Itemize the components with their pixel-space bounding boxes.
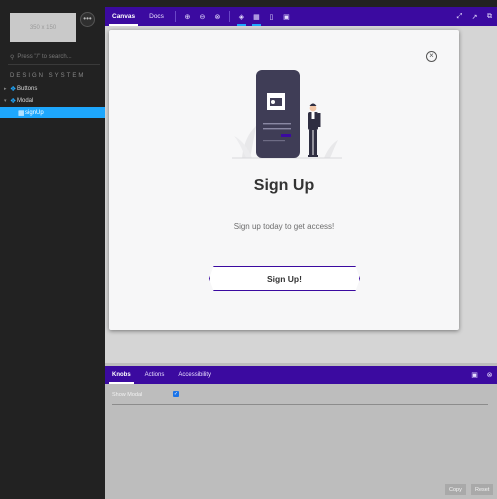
addons-right: ▣ ⊗ [467,366,497,385]
addons-panel: Show Modal ✓ Copy Reset [105,384,497,499]
show-modal-checkbox[interactable]: ✓ [173,391,179,397]
outline-icon[interactable]: ▣ [279,7,294,26]
preview-iframe: × Sign Up Sign up today to get access! S… [105,26,497,363]
modal-subtitle: Sign up today to get access! [233,222,335,231]
main-panel: Canvas Docs ⊕ ⊖ ⊗ ◈ ▦ ▯ ▣ ⤢ ↗ ⧉ × Sign U… [105,7,497,499]
canvas-area: × Sign Up Sign up today to get access! S… [105,26,497,363]
search-icon: ⚲ [10,54,15,61]
toolbar-right: ⤢ ↗ ⧉ [452,7,497,26]
signup-modal: × Sign Up Sign up today to get access! S… [109,30,459,330]
component-icon: ❖ [10,85,17,93]
addons-tabbar: Knobs Actions Accessibility ▣ ⊗ [105,366,497,384]
toolbar-divider [228,11,230,22]
knob-label-show-modal: Show Modal [112,392,143,398]
close-icon[interactable]: × [426,51,437,62]
sidebar-menu-button[interactable]: ••• [80,12,95,27]
signup-illustration [232,70,342,159]
panel-orientation-icon[interactable]: ▣ [467,366,482,385]
knob-divider [112,404,488,405]
toolbar: Canvas Docs ⊕ ⊖ ⊗ ◈ ▦ ▯ ▣ ⤢ ↗ ⧉ [105,7,497,26]
search-placeholder: Press "/" to search... [17,54,72,60]
sidebar-item-modal[interactable]: ▾ ❖ Modal [0,95,105,106]
storybook-app: 350 x 150 ••• ⚲ Press "/" to search... D… [0,0,497,499]
component-icon: ❖ [10,97,17,105]
section-title: DESIGN SYSTEM [10,73,86,79]
tab-docs[interactable]: Docs [142,7,171,26]
zoom-reset-icon[interactable]: ⊗ [210,7,225,26]
zoom-out-icon[interactable]: ⊖ [195,7,210,26]
sidebar-item-label: signUp [25,109,44,116]
sidebar-item-signup[interactable]: ▦ signUp [0,107,105,118]
logo-placeholder-text: 350 x 150 [29,24,57,31]
tab-knobs[interactable]: Knobs [105,366,138,384]
search-divider [8,64,100,65]
sidebar-item-buttons[interactable]: ▸ ❖ Buttons [0,83,105,94]
tab-actions[interactable]: Actions [138,366,172,384]
copy-link-icon[interactable]: ⧉ [482,7,497,26]
modal-title: Sign Up [253,177,315,194]
zoom-in-icon[interactable]: ⊕ [180,7,195,26]
search-input[interactable]: ⚲ Press "/" to search... [10,52,98,62]
tab-accessibility[interactable]: Accessibility [171,366,218,384]
sidebar-item-label: Buttons [17,85,38,92]
close-panel-icon[interactable]: ⊗ [482,366,497,385]
new-tab-icon[interactable]: ↗ [467,7,482,26]
fullscreen-icon[interactable]: ⤢ [452,7,467,26]
measure-icon[interactable]: ▯ [264,7,279,26]
sidebar-item-label: Modal [17,97,34,104]
story-icon: ▦ [18,109,25,117]
signup-button[interactable]: Sign Up! [209,266,360,291]
reset-button[interactable]: Reset [471,484,494,495]
sidebar: 350 x 150 ••• ⚲ Press "/" to search... D… [0,0,105,499]
toolbar-divider [174,11,176,22]
copy-button[interactable]: Copy [445,484,466,495]
background-icon[interactable]: ◈ [234,7,249,26]
brand-logo[interactable]: 350 x 150 [10,13,76,42]
tab-canvas[interactable]: Canvas [105,7,142,26]
grid-icon[interactable]: ▦ [249,7,264,26]
ellipsis-icon: ••• [83,14,92,23]
